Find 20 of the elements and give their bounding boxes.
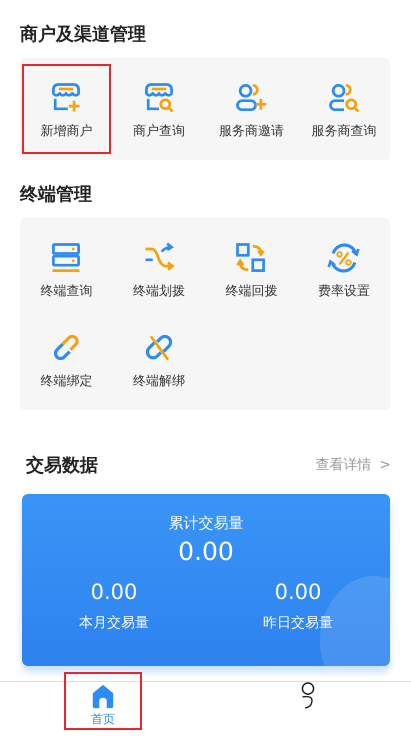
- stat-value: 0.00: [90, 580, 138, 604]
- menu-tile[interactable]: 服务商邀请: [207, 64, 296, 154]
- menu-tile[interactable]: 终端回拨: [207, 224, 296, 314]
- chevron-icon: >: [379, 457, 391, 473]
- menu-tile[interactable]: 新增商户: [22, 64, 110, 154]
- menu-tile[interactable]: 终端绑定: [22, 314, 110, 404]
- menu-tile[interactable]: 终端划拨: [114, 224, 203, 314]
- section-title: 交易数据: [26, 454, 98, 477]
- menu-tile[interactable]: 费率设置: [300, 224, 388, 314]
- stat-label: 昨日交易量: [263, 614, 333, 632]
- section-title: 商户及渠道管理: [20, 23, 146, 47]
- stat-label: 累计交易量: [168, 514, 244, 533]
- stat-value: 0.00: [274, 580, 322, 604]
- stat-value: 0.00: [178, 537, 234, 566]
- stat-label: 本月交易量: [79, 614, 149, 632]
- menu-tile[interactable]: 服务商查询: [300, 64, 388, 154]
- menu-tile[interactable]: 终端解绑: [114, 314, 203, 404]
- section-title: 终端管理: [20, 183, 92, 207]
- menu-tile[interactable]: 商户查询: [114, 64, 203, 154]
- menu-tile[interactable]: 终端查询: [22, 224, 110, 314]
